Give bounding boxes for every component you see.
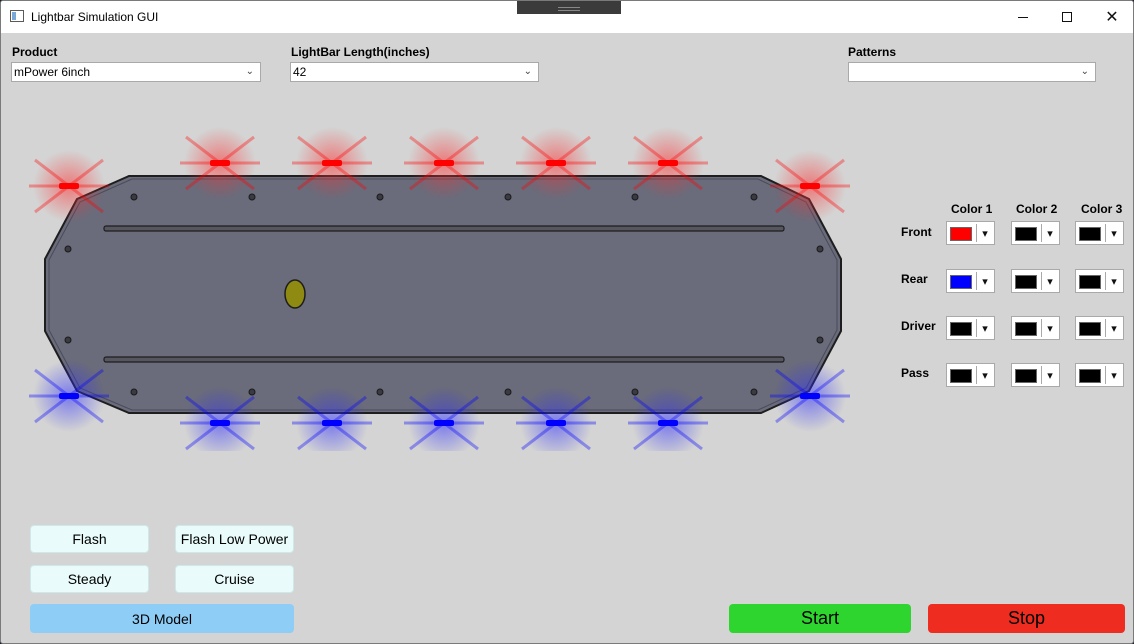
lightbar-rail-top (103, 225, 785, 232)
front-color-1-picker[interactable]: ▾ (946, 221, 995, 245)
cruise-button[interactable]: Cruise (175, 565, 294, 593)
chevron-down-icon[interactable]: ▾ (976, 366, 993, 384)
chevron-down-icon[interactable]: ▾ (976, 272, 993, 290)
chevron-down-icon: ⌄ (1080, 66, 1089, 77)
color-swatch (1015, 322, 1037, 336)
front-color-2-picker[interactable]: ▾ (1011, 221, 1060, 245)
chevron-down-icon[interactable]: ▾ (1041, 224, 1058, 242)
maximize-icon (1062, 12, 1072, 22)
chevron-down-icon[interactable]: ▾ (976, 224, 993, 242)
chevron-down-icon[interactable]: ▾ (1105, 366, 1122, 384)
driver-color-3-picker[interactable]: ▾ (1075, 316, 1124, 340)
product-value: mPower 6inch (14, 65, 91, 79)
front-row-label: Front (901, 225, 932, 239)
color-swatch (950, 275, 972, 289)
flash-button[interactable]: Flash (30, 525, 149, 553)
color-2-header: Color 2 (1016, 202, 1058, 216)
chevron-down-icon[interactable]: ▾ (1041, 319, 1058, 337)
chevron-down-icon: ⌄ (523, 66, 532, 77)
rear-color-2-picker[interactable]: ▾ (1011, 269, 1060, 293)
minimize-button[interactable] (1000, 1, 1046, 33)
product-select[interactable]: mPower 6inch ⌄ (11, 62, 261, 82)
color-swatch (950, 369, 972, 383)
3d-model-button[interactable]: 3D Model (30, 604, 294, 633)
patterns-label: Patterns (848, 45, 897, 59)
color-swatch (1015, 227, 1037, 241)
minimize-icon (1018, 16, 1028, 18)
color-1-header: Color 1 (951, 202, 993, 216)
flash-low-power-button[interactable]: Flash Low Power (175, 525, 294, 553)
color-swatch (1015, 369, 1037, 383)
color-swatch (1079, 369, 1101, 383)
close-button[interactable]: ✕ (1089, 1, 1133, 33)
window-title: Lightbar Simulation GUI (31, 10, 159, 24)
rear-color-3-picker[interactable]: ▾ (1075, 269, 1124, 293)
length-select[interactable]: 42 ⌄ (290, 62, 539, 82)
length-value: 42 (293, 65, 307, 79)
color-swatch (950, 227, 972, 241)
lightbar-rail-bottom (103, 356, 785, 363)
chevron-down-icon[interactable]: ▾ (1105, 319, 1122, 337)
color-swatch (1079, 322, 1101, 336)
chevron-down-icon[interactable]: ▾ (1105, 272, 1122, 290)
front-color-3-picker[interactable]: ▾ (1075, 221, 1124, 245)
product-label: Product (12, 45, 58, 59)
rear-color-1-picker[interactable]: ▾ (946, 269, 995, 293)
start-button[interactable]: Start (729, 604, 911, 633)
chevron-down-icon[interactable]: ▾ (1105, 224, 1122, 242)
rear-row-label: Rear (901, 272, 928, 286)
app-window-icon (10, 10, 24, 22)
lightbar-body (44, 175, 842, 414)
pass-color-1-picker[interactable]: ▾ (946, 363, 995, 387)
color-3-header: Color 3 (1081, 202, 1123, 216)
patterns-select[interactable]: ⌄ (848, 62, 1096, 82)
pass-color-3-picker[interactable]: ▾ (1075, 363, 1124, 387)
pass-row-label: Pass (901, 366, 930, 380)
chevron-down-icon[interactable]: ▾ (1041, 272, 1058, 290)
maximize-button[interactable] (1044, 1, 1090, 33)
color-swatch (1015, 275, 1037, 289)
close-icon: ✕ (1105, 9, 1119, 26)
length-label: LightBar Length(inches) (291, 45, 430, 59)
chevron-down-icon: ⌄ (245, 66, 254, 77)
color-swatch (1079, 227, 1101, 241)
chevron-down-icon[interactable]: ▾ (976, 319, 993, 337)
pass-color-2-picker[interactable]: ▾ (1011, 363, 1060, 387)
title-bar[interactable]: Lightbar Simulation GUI ✕ (1, 1, 1133, 33)
driver-color-2-picker[interactable]: ▾ (1011, 316, 1060, 340)
drag-handle[interactable] (517, 1, 621, 14)
stop-button[interactable]: Stop (928, 604, 1125, 633)
driver-color-1-picker[interactable]: ▾ (946, 316, 995, 340)
color-swatch (950, 322, 972, 336)
chevron-down-icon[interactable]: ▾ (1041, 366, 1058, 384)
center-marker (284, 279, 306, 309)
main-window: Lightbar Simulation GUI ✕ Product mPower… (0, 0, 1134, 644)
steady-button[interactable]: Steady (30, 565, 149, 593)
lightbar-visualization (29, 127, 850, 451)
driver-row-label: Driver (901, 319, 936, 333)
color-swatch (1079, 275, 1101, 289)
